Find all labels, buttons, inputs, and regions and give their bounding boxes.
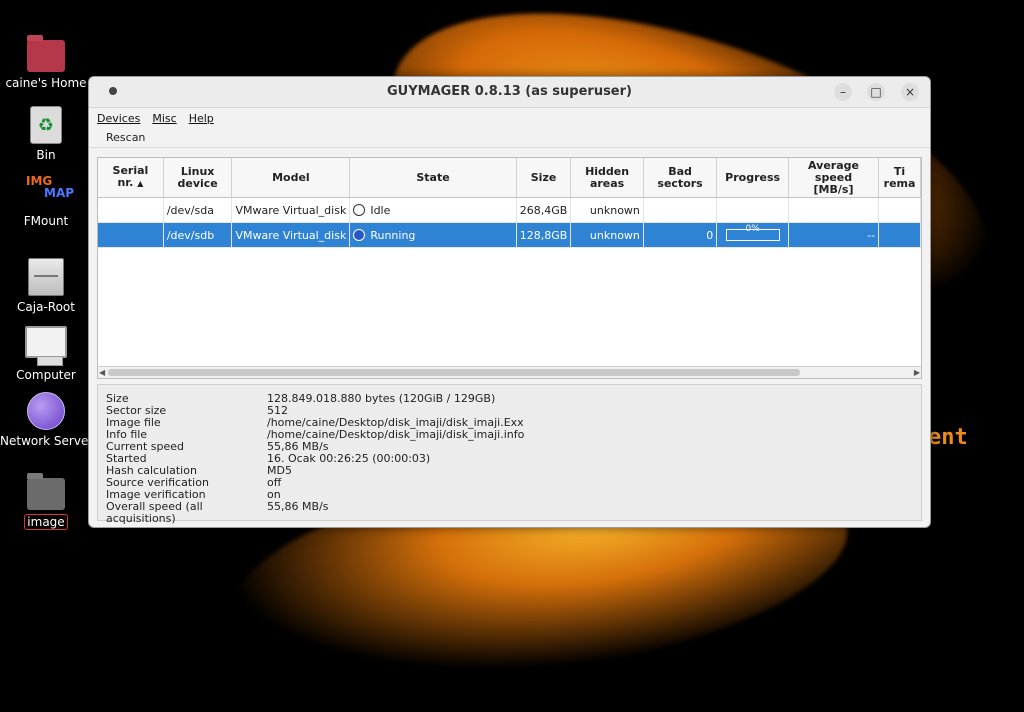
- desktop-icon-network-server[interactable]: Network Server: [0, 392, 94, 448]
- column-header-serial[interactable]: Serial nr. ▲: [98, 158, 164, 198]
- cell-bad-sectors: 0: [643, 222, 718, 248]
- desktop-icon-image[interactable]: image: [0, 473, 92, 530]
- desktop-icon-bin[interactable]: ♻ Bin: [0, 106, 92, 162]
- cell-size: 128,8GB: [516, 222, 572, 248]
- cell-size: 268,4GB: [516, 197, 572, 223]
- cell-average-speed: --: [788, 222, 880, 248]
- cell-hidden-areas: unknown: [570, 197, 644, 223]
- image-folder-icon: [27, 473, 65, 510]
- network-globe-icon: [27, 392, 65, 430]
- rescan-button[interactable]: Rescan: [106, 131, 145, 144]
- cell-time-remaining: [878, 222, 921, 248]
- table-row[interactable]: /dev/sda VMware Virtual_disk Idle 268,4G…: [98, 197, 921, 223]
- table-row-selected[interactable]: /dev/sdb VMware Virtual_disk Running 128…: [98, 222, 921, 248]
- window-title: GUYMAGER 0.8.13 (as superuser): [387, 84, 632, 99]
- column-header-average-speed[interactable]: Average speed [MB/s]: [788, 158, 880, 198]
- cell-progress: [716, 197, 789, 223]
- maximize-button[interactable]: □: [867, 83, 885, 101]
- menu-bar: Devices Misc Help: [89, 110, 930, 127]
- guymager-window: GUYMAGER 0.8.13 (as superuser) – □ × Dev…: [88, 76, 931, 528]
- column-header-progress[interactable]: Progress: [716, 158, 789, 198]
- title-bar[interactable]: GUYMAGER 0.8.13 (as superuser) – □ ×: [89, 77, 930, 108]
- toolbar: Rescan: [89, 127, 930, 148]
- fmount-icon: IMG MAP: [24, 174, 74, 210]
- column-header-size[interactable]: Size: [516, 158, 572, 198]
- info-value: 55,86 MB/s: [267, 500, 329, 513]
- cell-state: Running: [349, 222, 517, 248]
- column-header-linux-device[interactable]: Linux device: [163, 158, 233, 198]
- progress-bar: 0%: [725, 224, 780, 241]
- cell-serial: [98, 197, 164, 223]
- cell-device: /dev/sdb: [163, 222, 233, 248]
- idle-status-icon: [353, 203, 366, 216]
- minimize-button[interactable]: –: [834, 83, 852, 101]
- cell-device: /dev/sda: [163, 197, 233, 223]
- desktop-icon-label: Network Server: [0, 434, 94, 448]
- device-info-panel: Size 128.849.018.880 bytes (120GiB / 129G…: [97, 384, 922, 525]
- computer-icon: [25, 326, 67, 366]
- cell-model: VMware Virtual_disk: [231, 197, 351, 223]
- desktop-icon-home[interactable]: caine's Home: [0, 35, 92, 90]
- cell-average-speed: [788, 197, 880, 223]
- column-header-time-remaining[interactable]: Ti rema: [878, 158, 921, 198]
- close-button[interactable]: ×: [901, 83, 919, 101]
- column-header-hidden-areas[interactable]: Hidden areas: [570, 158, 644, 198]
- table-header-row: Serial nr. ▲ Linux device Model State Si…: [98, 158, 921, 198]
- desktop-icon-fmount[interactable]: IMG MAP FMount: [0, 174, 92, 228]
- wallpaper-text: ent: [928, 425, 968, 450]
- scroll-right-icon[interactable]: ▶: [914, 367, 920, 378]
- info-value: 128.849.018.880 bytes (120GiB / 129GB): [267, 392, 496, 405]
- desktop-icon-label: Computer: [16, 368, 76, 382]
- desktop-icon-label: Bin: [36, 148, 56, 162]
- file-cabinet-icon: [28, 258, 64, 296]
- recycle-bin-icon: ♻: [30, 106, 62, 144]
- column-header-bad-sectors[interactable]: Bad sectors: [643, 158, 718, 198]
- desktop-icon-label: FMount: [23, 214, 69, 228]
- desktop-icon-label: Caja-Root: [17, 300, 75, 314]
- cell-bad-sectors: [643, 197, 718, 223]
- device-table: Serial nr. ▲ Linux device Model State Si…: [97, 157, 922, 379]
- state-label: Running: [370, 228, 416, 242]
- cell-time-remaining: [878, 197, 921, 223]
- cell-state: Idle: [349, 197, 517, 223]
- column-header-state[interactable]: State: [349, 158, 517, 198]
- sort-ascending-icon: ▲: [137, 179, 144, 188]
- fmount-badge-map: MAP: [44, 186, 75, 200]
- home-folder-icon: [27, 35, 65, 72]
- desktop-icon-caja-root[interactable]: Caja-Root: [0, 258, 92, 314]
- info-key: Overall speed (all acquisitions): [106, 500, 203, 525]
- cell-model: VMware Virtual_disk: [231, 222, 351, 248]
- column-header-model[interactable]: Model: [231, 158, 351, 198]
- progress-label: 0%: [745, 224, 760, 234]
- desktop-icon-label: caine's Home: [5, 76, 87, 90]
- desktop-icon-label: image: [24, 514, 68, 530]
- state-label: Idle: [370, 203, 391, 217]
- menu-misc[interactable]: Misc: [152, 112, 176, 125]
- cell-progress: 0%: [716, 222, 789, 248]
- running-status-icon: [353, 228, 366, 241]
- menu-help[interactable]: Help: [189, 112, 214, 125]
- desktop-icon-computer[interactable]: Computer: [0, 326, 92, 382]
- cell-hidden-areas: unknown: [570, 222, 644, 248]
- scroll-left-icon[interactable]: ◀: [99, 367, 105, 378]
- cell-serial: [98, 222, 164, 248]
- horizontal-scrollbar[interactable]: ◀ ▶: [98, 366, 921, 378]
- menu-devices[interactable]: Devices: [97, 112, 140, 125]
- scrollbar-thumb[interactable]: [108, 369, 800, 376]
